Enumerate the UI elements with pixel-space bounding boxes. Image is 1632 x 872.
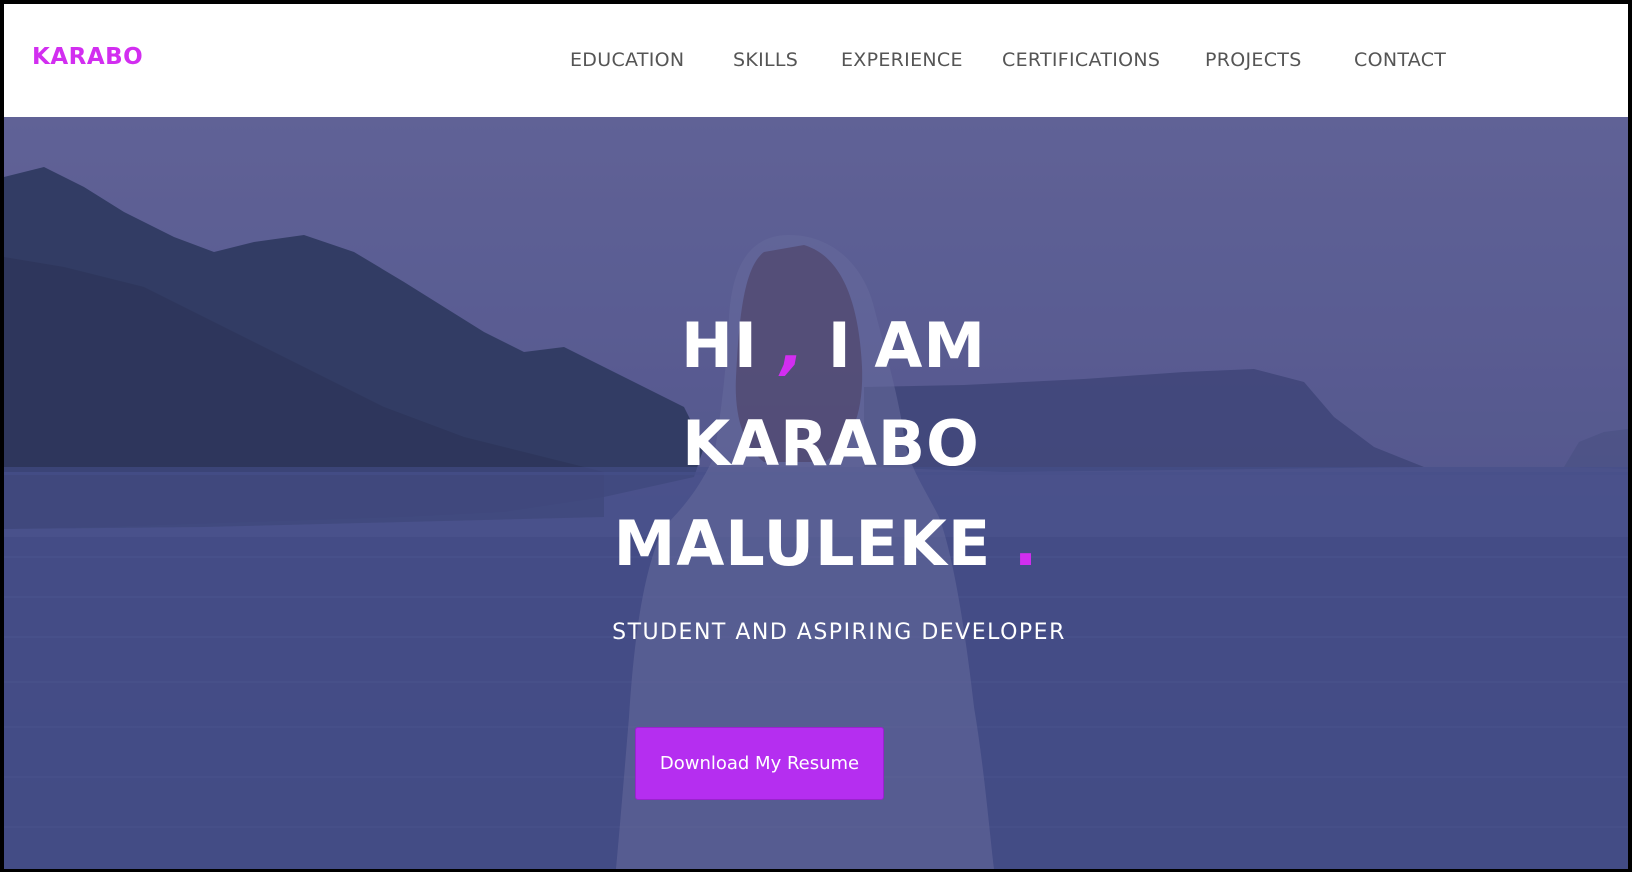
nav-experience-link[interactable]: EXPERIENCE bbox=[841, 49, 963, 71]
download-resume-button[interactable]: Download My Resume bbox=[635, 727, 884, 800]
hero-accent-comma: , bbox=[780, 309, 806, 382]
site-header: KARABO EDUCATION SKILLS EXPERIENCE CERTI… bbox=[4, 4, 1628, 117]
nav-contact-link[interactable]: CONTACT bbox=[1354, 49, 1446, 71]
hero-heading-line-3: MALULEKE . bbox=[4, 507, 1628, 580]
nav-skills-link[interactable]: SKILLS bbox=[733, 49, 798, 71]
hero-subtitle: STUDENT AND ASPIRING DEVELOPER bbox=[612, 620, 1066, 645]
main-nav: EDUCATION SKILLS EXPERIENCE CERTIFICATIO… bbox=[4, 49, 1628, 79]
hero-heading-line-2: KARABO bbox=[4, 407, 1628, 480]
hero-accent-dot: . bbox=[1013, 507, 1039, 580]
nav-projects-link[interactable]: PROJECTS bbox=[1205, 49, 1302, 71]
hero-section: HI , I AM KARABO MALULEKE . STUDENT AND … bbox=[4, 117, 1628, 869]
nav-education-link[interactable]: EDUCATION bbox=[570, 49, 684, 71]
page-frame: KARABO EDUCATION SKILLS EXPERIENCE CERTI… bbox=[4, 4, 1628, 869]
hero-greeting: HI bbox=[680, 309, 758, 382]
hero-heading-line-1: HI , I AM bbox=[4, 309, 1628, 382]
nav-certifications-link[interactable]: CERTIFICATIONS bbox=[1002, 49, 1160, 71]
hero-first-name: KARABO bbox=[682, 407, 980, 480]
hero-last-name: MALULEKE bbox=[613, 507, 992, 580]
hero-i-am: I AM bbox=[827, 309, 987, 382]
